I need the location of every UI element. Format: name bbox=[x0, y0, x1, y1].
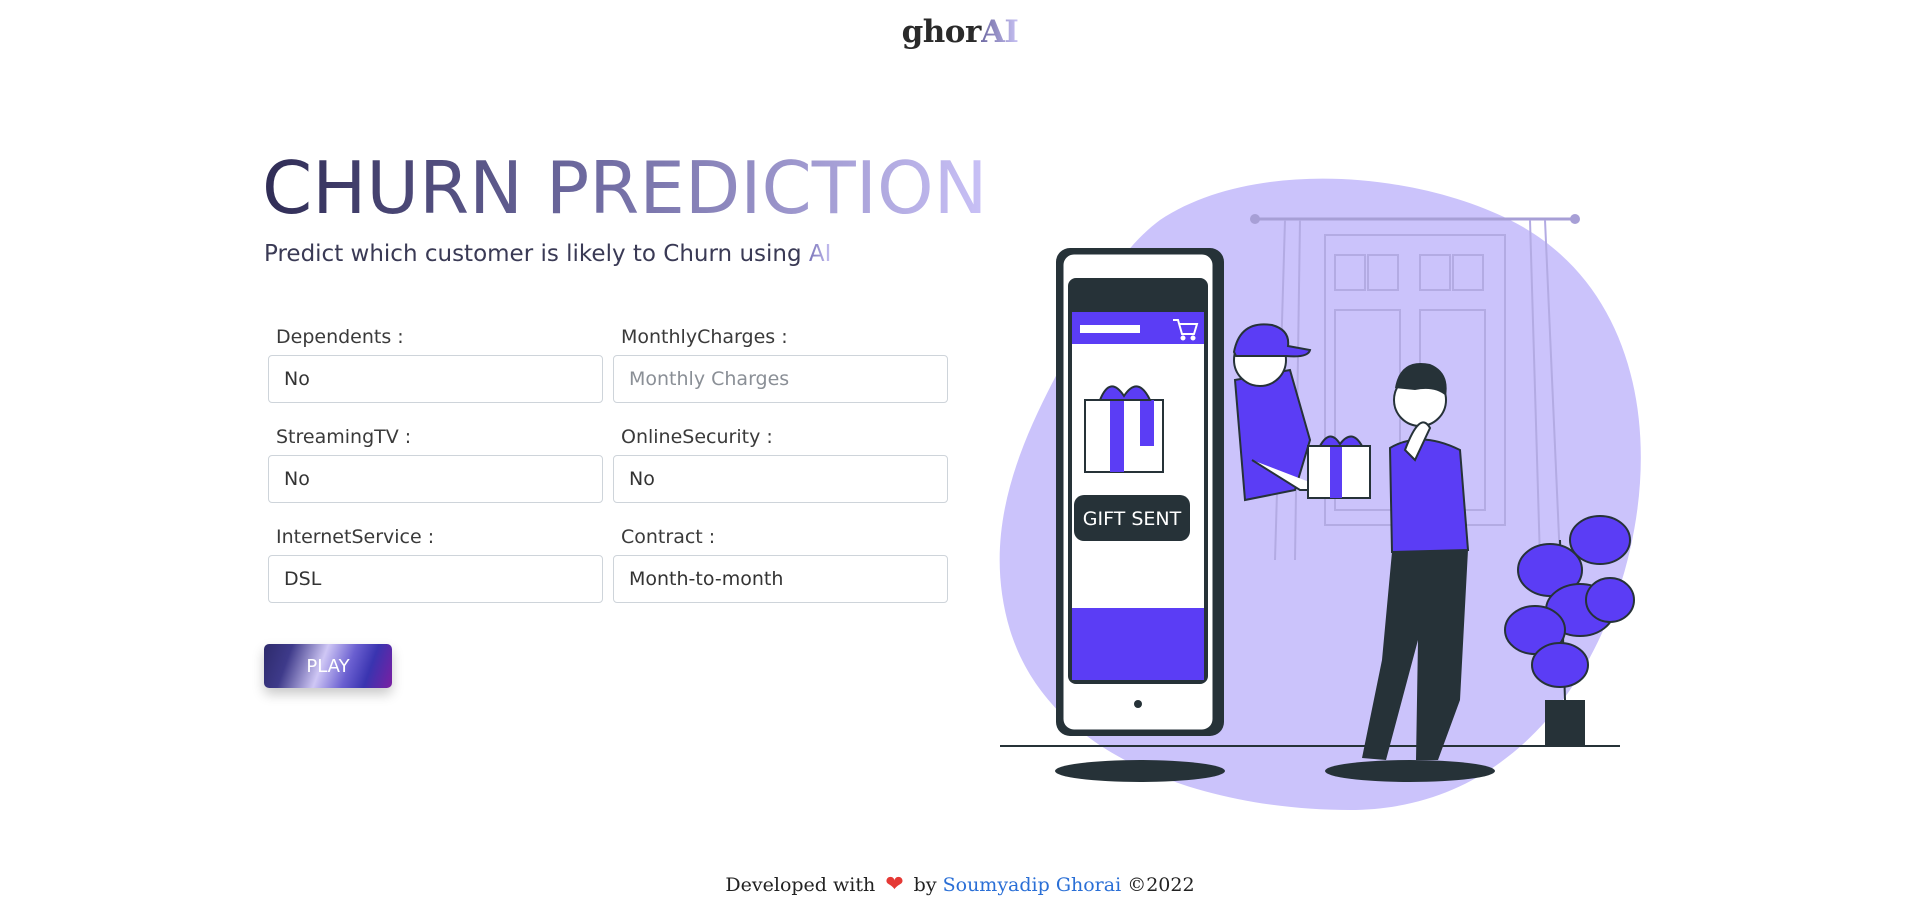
online-security-label: OnlineSecurity : bbox=[621, 426, 773, 448]
footer: Developed with ❤ by Soumyadip Ghorai ©2022 bbox=[0, 872, 1920, 897]
dependents-select[interactable]: No bbox=[268, 355, 603, 403]
internet-service-field: InternetService : DSL bbox=[268, 525, 603, 603]
brand-logo: ghorAI bbox=[0, 14, 1920, 50]
brand-name: ghor bbox=[901, 14, 982, 50]
subtitle-text: Predict which customer is likely to Chur… bbox=[264, 241, 809, 267]
delivery-illustration: GIFT SENT bbox=[999, 178, 1641, 811]
page-subtitle: Predict which customer is likely to Chur… bbox=[264, 241, 831, 267]
form-row: InternetService : DSL Contract : Month-t… bbox=[268, 525, 948, 603]
internet-service-label: InternetService : bbox=[276, 526, 435, 548]
subtitle-ai: AI bbox=[808, 241, 832, 267]
monthly-charges-input[interactable] bbox=[613, 355, 948, 403]
phone-shadow bbox=[1055, 760, 1225, 782]
footer-copyright: ©2022 bbox=[1127, 874, 1195, 896]
dependents-field: Dependents : No bbox=[268, 325, 603, 403]
author-link[interactable]: Soumyadip Ghorai bbox=[943, 874, 1122, 896]
contract-select[interactable]: Month-to-month bbox=[613, 555, 948, 603]
gift-box-icon bbox=[1084, 385, 1164, 473]
gift-sent-label: GIFT SENT bbox=[1083, 508, 1182, 530]
monthly-charges-field: MonthlyCharges : bbox=[613, 325, 948, 403]
online-security-field: OnlineSecurity : No bbox=[613, 425, 948, 503]
contract-field: Contract : Month-to-month bbox=[613, 525, 948, 603]
footer-prefix: Developed with bbox=[725, 874, 876, 896]
form-row: StreamingTV : No OnlineSecurity : No bbox=[268, 425, 948, 503]
form-row: Dependents : No MonthlyCharges : bbox=[268, 325, 948, 403]
internet-service-select[interactable]: DSL bbox=[268, 555, 603, 603]
person-shadow bbox=[1325, 760, 1495, 782]
streaming-tv-label: StreamingTV : bbox=[276, 426, 412, 448]
play-button[interactable]: PLAY bbox=[264, 644, 392, 688]
rod-end bbox=[1250, 214, 1260, 224]
churn-form: Dependents : No MonthlyCharges : Streami… bbox=[268, 325, 948, 625]
brand-ai: AI bbox=[980, 14, 1019, 50]
rod-end bbox=[1570, 214, 1580, 224]
online-security-select[interactable]: No bbox=[613, 455, 948, 503]
gift-box-icon bbox=[1307, 435, 1371, 499]
streaming-tv-field: StreamingTV : No bbox=[268, 425, 603, 503]
footer-by: by bbox=[913, 874, 937, 896]
contract-label: Contract : bbox=[621, 526, 716, 548]
dependents-label: Dependents : bbox=[276, 326, 404, 348]
phone: GIFT SENT bbox=[1056, 248, 1224, 736]
monthly-charges-label: MonthlyCharges : bbox=[621, 326, 788, 348]
page-title: CHURN PREDICTION bbox=[262, 146, 988, 230]
heart-icon: ❤ bbox=[885, 872, 904, 897]
streaming-tv-select[interactable]: No bbox=[268, 455, 603, 503]
